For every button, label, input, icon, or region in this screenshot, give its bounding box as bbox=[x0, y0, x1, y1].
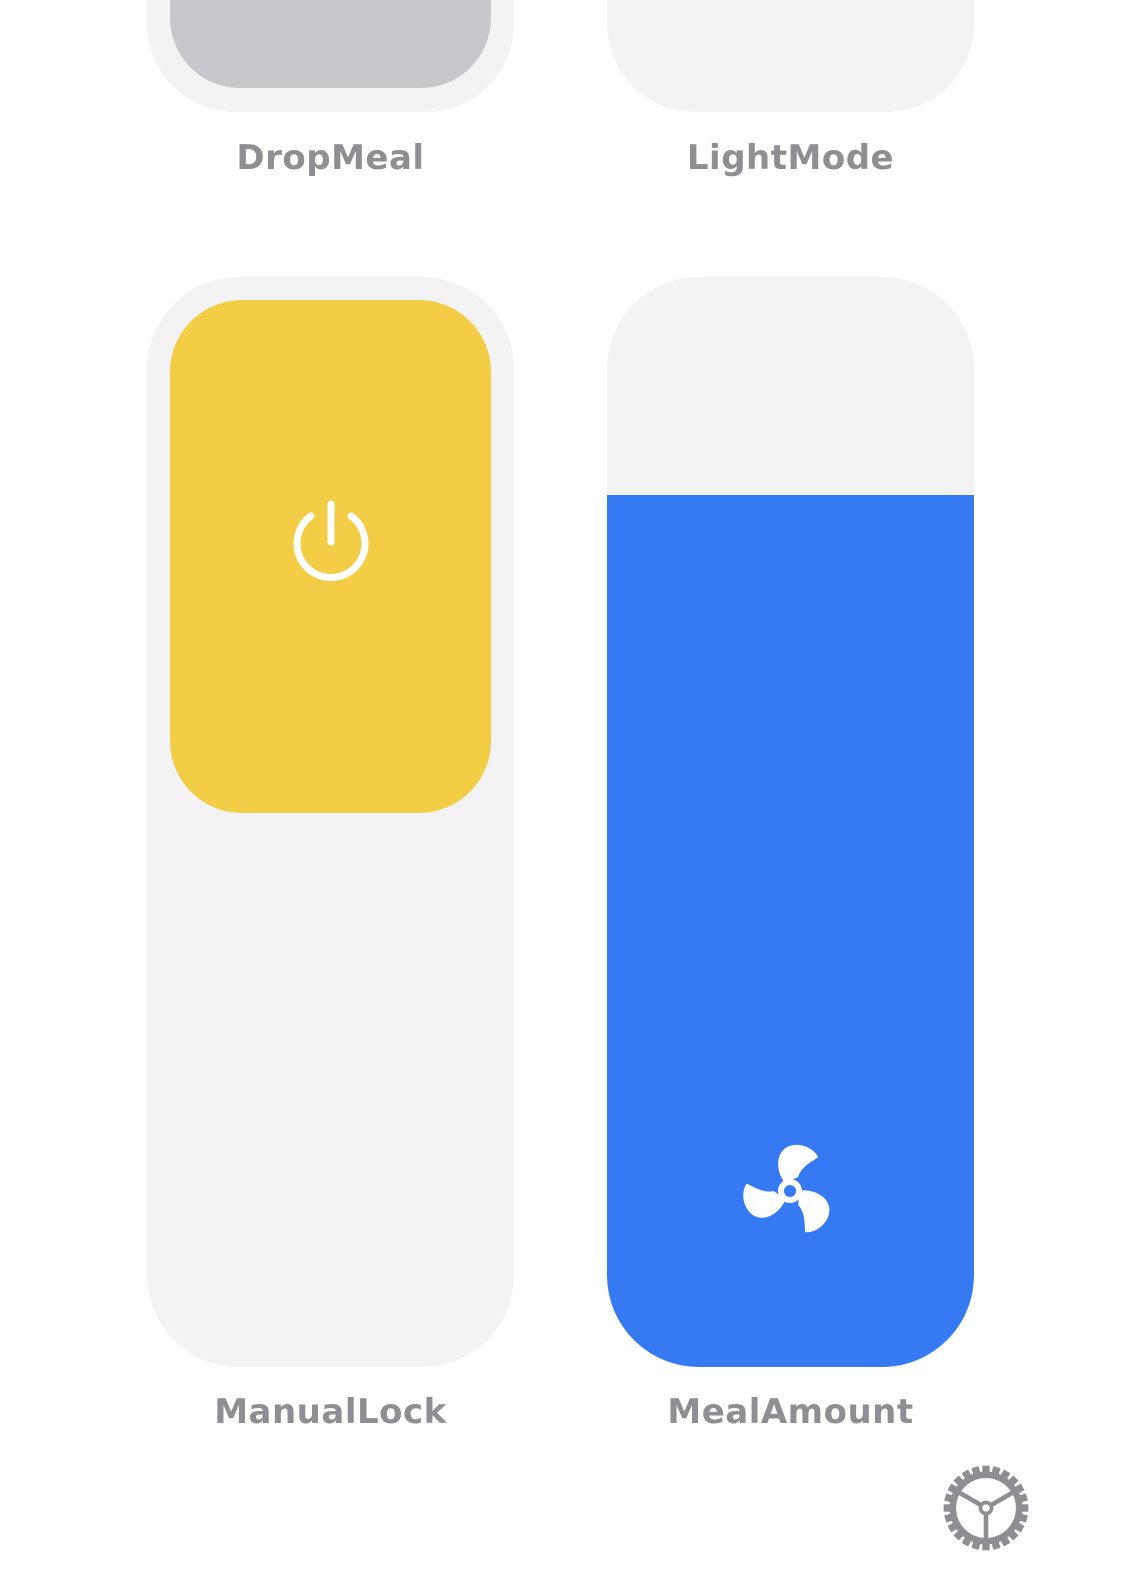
gear-icon[interactable] bbox=[940, 1462, 1032, 1554]
light-mode-toggle[interactable] bbox=[607, 0, 974, 112]
light-mode-label: LightMode bbox=[686, 138, 895, 178]
power-icon bbox=[293, 500, 368, 581]
drop-meal-button[interactable] bbox=[147, 0, 514, 112]
manual-lock-label: ManualLock bbox=[214, 1392, 447, 1432]
manual-lock-knob bbox=[170, 300, 491, 813]
meal-amount-slider[interactable] bbox=[607, 277, 974, 1367]
manual-lock-toggle[interactable] bbox=[147, 277, 514, 1367]
meal-amount-label: MealAmount bbox=[667, 1392, 914, 1432]
drop-meal-knob bbox=[170, 0, 491, 88]
fan-icon bbox=[740, 1144, 836, 1239]
drop-meal-label: DropMeal bbox=[236, 138, 425, 178]
